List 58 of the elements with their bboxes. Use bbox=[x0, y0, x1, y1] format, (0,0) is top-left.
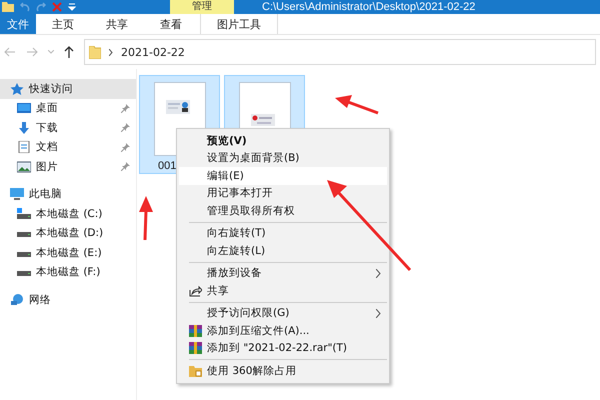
menu-item[interactable]: 授予访问权限(G) bbox=[179, 304, 387, 322]
sidebar-item[interactable]: 本地磁盘 (E:) bbox=[0, 243, 136, 262]
menu-item[interactable]: 共享 bbox=[179, 282, 387, 300]
image-icon bbox=[17, 160, 31, 173]
pin-icon[interactable] bbox=[121, 142, 130, 152]
up-icon[interactable] bbox=[64, 46, 74, 58]
menu-item[interactable]: 添加到压缩文件(A)... bbox=[179, 322, 387, 340]
pin-icon[interactable] bbox=[121, 123, 130, 132]
breadcrumb[interactable]: 2021-02-22 bbox=[121, 46, 185, 58]
sidebar-item[interactable]: 本地磁盘 (D:) bbox=[0, 224, 136, 243]
dropdown-icon[interactable] bbox=[48, 50, 54, 54]
sidebar-item[interactable]: 文档 bbox=[0, 138, 136, 157]
star-icon bbox=[10, 82, 24, 95]
network-icon bbox=[10, 294, 24, 306]
folder-icon bbox=[189, 364, 202, 377]
sidebar-item[interactable]: 本地磁盘 (C:) bbox=[0, 204, 136, 224]
tab-label[interactable]: 管理 bbox=[170, 0, 234, 14]
chevron-icon bbox=[109, 48, 113, 56]
forward-icon[interactable] bbox=[26, 47, 38, 57]
folder-icon bbox=[89, 46, 101, 58]
menu-item[interactable]: 添加到 "2021-02-22.rar"(T) bbox=[179, 340, 387, 357]
folder-icon[interactable] bbox=[2, 2, 14, 12]
menu-item[interactable]: 播放到设备 bbox=[179, 264, 387, 282]
monitor-icon bbox=[10, 188, 24, 200]
desktop-icon bbox=[17, 102, 31, 114]
archive-icon bbox=[189, 342, 202, 354]
sidebar-item[interactable]: 桌面 bbox=[0, 98, 136, 118]
menu-item[interactable]: 编辑(E) bbox=[179, 167, 387, 184]
share-icon bbox=[189, 284, 202, 297]
delete-icon[interactable] bbox=[52, 2, 62, 12]
menu-item[interactable]: 向右旋转(T) bbox=[179, 224, 387, 242]
arrow bbox=[335, 95, 379, 114]
menu-item[interactable]: 向左旋转(L) bbox=[179, 242, 387, 260]
sidebar-item[interactable]: 下载 bbox=[0, 118, 136, 138]
document-icon bbox=[17, 141, 31, 154]
chevron-icon bbox=[376, 268, 381, 278]
sidebar-item[interactable]: 图片 bbox=[0, 157, 136, 176]
sidebar-item[interactable]: 此电脑 bbox=[0, 184, 136, 204]
back-icon[interactable] bbox=[4, 47, 16, 57]
pin-icon[interactable] bbox=[121, 162, 130, 172]
pin-icon[interactable] bbox=[121, 104, 130, 113]
address-bar[interactable]: 2021-02-22 bbox=[84, 39, 596, 65]
menu-item[interactable]: 用记事本打开 bbox=[179, 184, 387, 202]
window-title: C:\Users\Administrator\Desktop\2021-02-22 bbox=[262, 0, 476, 14]
undo-icon[interactable] bbox=[20, 2, 30, 12]
redo-icon[interactable] bbox=[36, 2, 46, 12]
sidebar-item[interactable]: 本地磁盘 (F:) bbox=[0, 262, 136, 282]
archive-icon bbox=[189, 324, 202, 337]
menu-item[interactable]: 使用 360解除占用 bbox=[179, 362, 387, 380]
drive-icon bbox=[17, 208, 31, 220]
file-name: 001 bbox=[158, 160, 176, 172]
download-icon bbox=[17, 122, 31, 134]
arrow bbox=[139, 196, 153, 240]
chevron-icon bbox=[376, 308, 381, 318]
sidebar-item[interactable]: 快速访问 bbox=[0, 79, 136, 98]
file-menu-tab[interactable]: 文件 bbox=[0, 14, 36, 34]
sidebar-item[interactable]: 网络 bbox=[0, 290, 136, 310]
menu-item[interactable]: 管理员取得所有权 bbox=[179, 202, 387, 220]
